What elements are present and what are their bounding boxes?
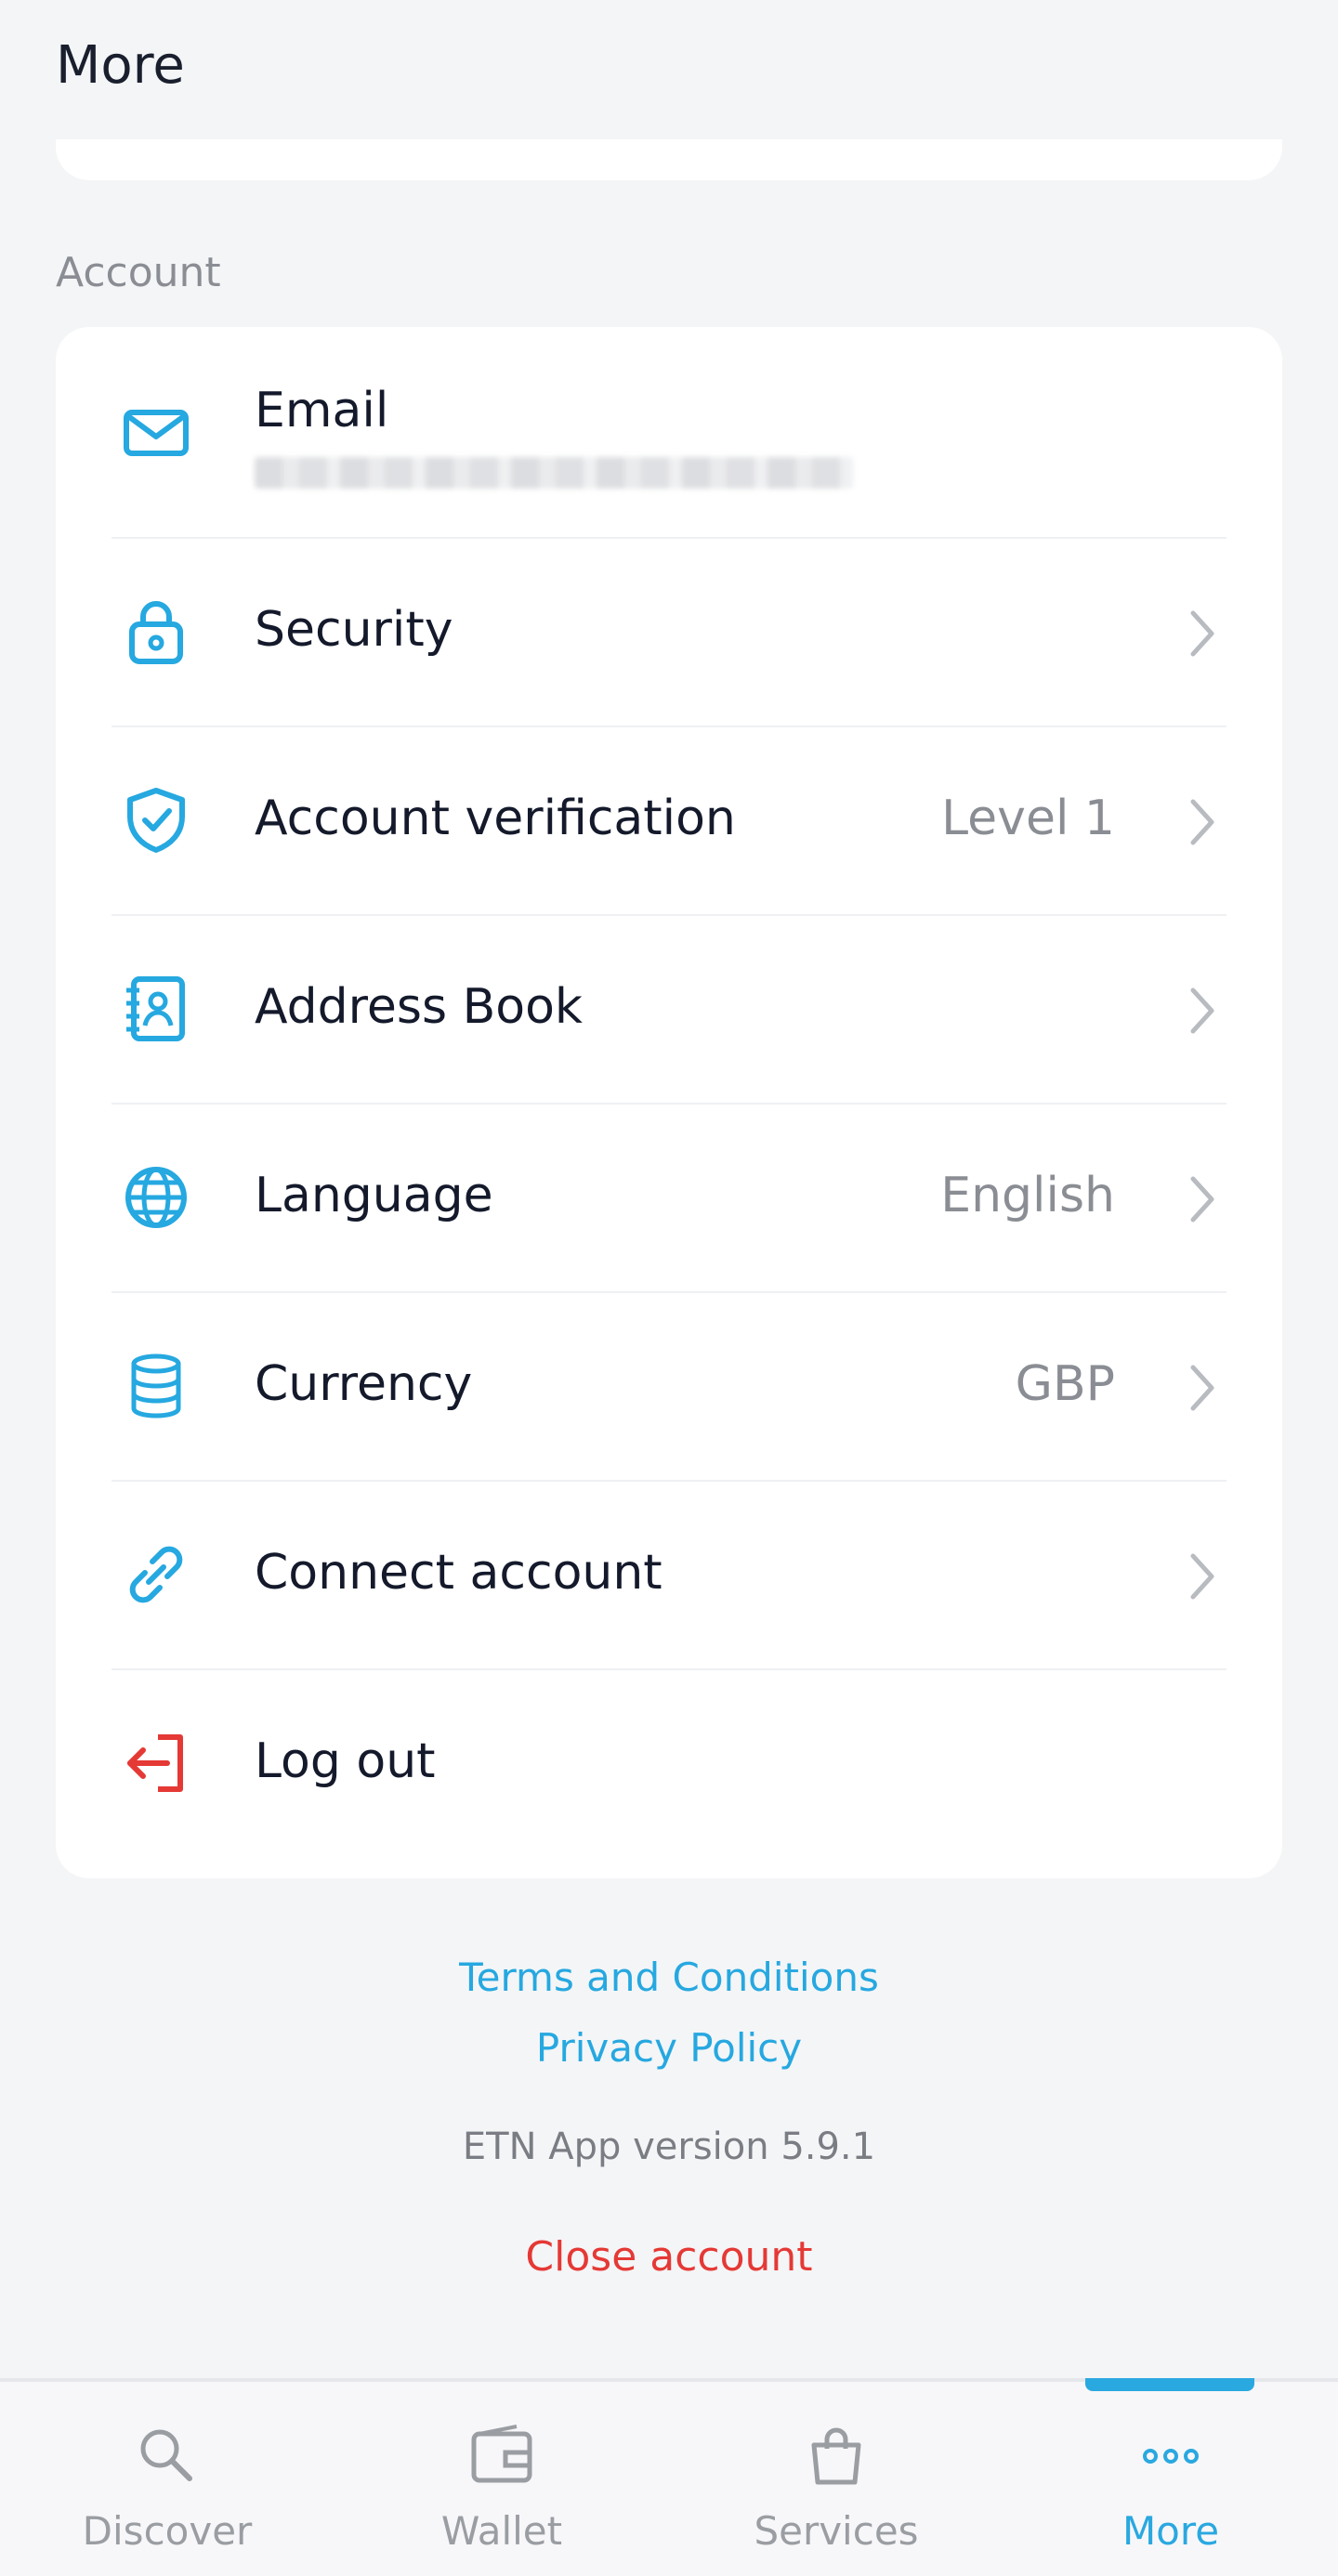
- tab-label: Wallet: [440, 2508, 563, 2554]
- tab-label: Discover: [82, 2508, 253, 2554]
- envelope-icon: [121, 398, 191, 468]
- chevron-right-icon: [1180, 794, 1221, 850]
- chevron-right-icon: [1180, 1360, 1221, 1416]
- lock-icon: [121, 596, 191, 667]
- tab-more[interactable]: More: [1004, 2382, 1338, 2576]
- connect-account-label: Connect account: [255, 1545, 662, 1601]
- account-verification-row[interactable]: Account verification Level 1: [112, 727, 1226, 916]
- tab-discover[interactable]: Discover: [0, 2382, 334, 2576]
- account-card: Email Security Account verification Leve…: [56, 327, 1282, 1878]
- connect-account-row[interactable]: Connect account: [112, 1482, 1226, 1670]
- logout-icon: [121, 1728, 191, 1798]
- section-label-account: Account: [56, 249, 221, 296]
- address-book-label: Address Book: [255, 979, 584, 1035]
- chevron-right-icon: [1180, 1171, 1221, 1227]
- currency-value: GBP: [1015, 1356, 1115, 1412]
- shield-check-icon: [121, 785, 191, 856]
- email-label: Email: [255, 383, 389, 438]
- security-row[interactable]: Security: [112, 539, 1226, 727]
- chevron-right-icon: [1180, 983, 1221, 1039]
- tab-services[interactable]: Services: [669, 2382, 1004, 2576]
- account-verification-label: Account verification: [255, 791, 736, 846]
- language-label: Language: [255, 1168, 493, 1223]
- language-row[interactable]: Language English: [112, 1105, 1226, 1293]
- close-account-button[interactable]: Close account: [0, 2233, 1338, 2281]
- language-value: English: [940, 1168, 1115, 1223]
- chevron-right-icon: [1180, 606, 1221, 661]
- verification-level-value: Level 1: [941, 791, 1115, 846]
- terms-link[interactable]: Terms and Conditions: [0, 1955, 1338, 2000]
- search-icon: [130, 2419, 204, 2493]
- app-version: ETN App version 5.9.1: [462, 2125, 876, 2168]
- address-book-icon: [121, 974, 191, 1044]
- previous-card-edge: [56, 139, 1282, 180]
- more-dots-icon: [1134, 2419, 1208, 2493]
- tab-label: Services: [754, 2508, 919, 2554]
- chevron-right-icon: [1180, 1549, 1221, 1604]
- currency-row[interactable]: Currency GBP: [112, 1293, 1226, 1482]
- wallet-icon: [465, 2419, 539, 2493]
- security-label: Security: [255, 602, 453, 658]
- email-row: Email: [112, 327, 1226, 539]
- shopping-bag-icon: [799, 2419, 873, 2493]
- currency-label: Currency: [255, 1356, 473, 1412]
- bottom-tab-bar: Discover Wallet Services More: [0, 2378, 1338, 2576]
- globe-icon: [121, 1162, 191, 1233]
- tab-wallet[interactable]: Wallet: [334, 2382, 669, 2576]
- page-title: More: [56, 35, 185, 96]
- tab-label: More: [1122, 2508, 1220, 2554]
- logout-label: Log out: [255, 1733, 436, 1789]
- email-value-redacted: [255, 457, 853, 489]
- link-icon: [121, 1539, 191, 1610]
- address-book-row[interactable]: Address Book: [112, 916, 1226, 1105]
- privacy-link[interactable]: Privacy Policy: [0, 2025, 1338, 2071]
- header: More: [0, 0, 1338, 139]
- logout-row[interactable]: Log out: [112, 1670, 1226, 1859]
- coins-stack-icon: [121, 1351, 191, 1421]
